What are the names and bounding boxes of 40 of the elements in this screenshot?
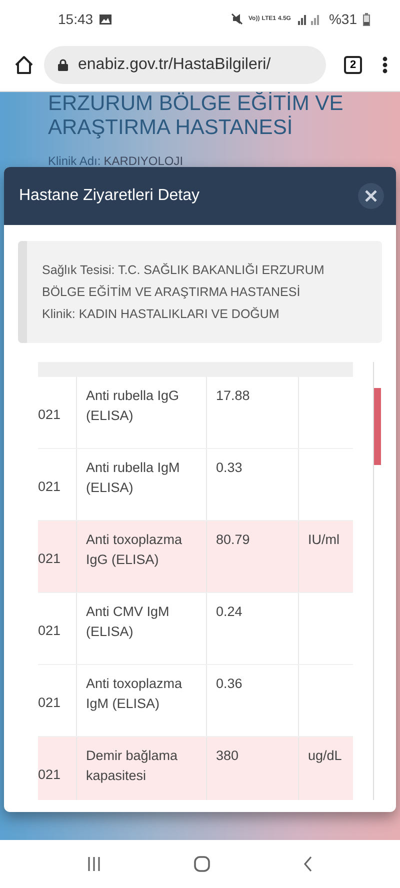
- table-cell-text: 021: [38, 766, 61, 784]
- table-cell: 380: [206, 737, 298, 800]
- table-cell: 17.88: [206, 377, 298, 448]
- address-bar[interactable]: enabiz.gov.tr/HastaBilgileri/: [44, 46, 326, 84]
- close-icon: [365, 190, 377, 202]
- menu-icon: [382, 56, 388, 74]
- table-cell: Demir bağlama kapasitesi: [76, 737, 206, 800]
- table-cell: Anti toxoplazma IgG (ELISA): [76, 521, 206, 592]
- table-cell-text: 021: [38, 694, 61, 712]
- clinic-label: Klinik Adı:: [48, 154, 101, 168]
- modal-title: Hastane Ziyaretleri Detay: [19, 187, 200, 205]
- table-cell: ug/dL: [298, 737, 354, 800]
- mute-icon: [230, 13, 242, 25]
- battery-percent: %31: [328, 11, 357, 27]
- tab-count-button[interactable]: 2: [344, 56, 362, 74]
- lock-icon: [58, 58, 68, 70]
- table-cell: 80.79: [206, 521, 298, 592]
- image-icon: [99, 14, 112, 24]
- back-chevron-icon: [303, 856, 314, 872]
- table-cell-text: 021: [38, 622, 61, 640]
- table-cell: Anti CMV IgM (ELISA): [76, 593, 206, 664]
- scrollbar-thumb[interactable]: [374, 388, 382, 465]
- page-heading: ERZURUM BÖLGE EĞİTİM VE: [48, 92, 344, 116]
- clock-time: 15:43: [58, 11, 94, 27]
- battery-icon: [363, 12, 370, 26]
- info-text: Klinik: KADIN HASTALIKLARI VE DOĞUM: [42, 306, 280, 323]
- table-cell-text: 021: [38, 406, 61, 424]
- table-cell: 0.24: [206, 593, 298, 664]
- recent-apps-icon: [86, 856, 101, 872]
- rounded-square-icon: [194, 856, 210, 872]
- info-text: Sağlık Tesisi: T.C. SAĞLIK BAKANLIĞI ERZURUM BÖLGE EĞİTİM VE ARAŞTIRMA HASTANESİ: [42, 262, 326, 301]
- table-cell: Anti rubella IgG (ELISA): [76, 377, 206, 448]
- clinic-value: KARDIYOLOJI: [104, 154, 184, 168]
- table-cell-text: 021: [38, 550, 61, 568]
- table-cell: IU/ml: [298, 521, 354, 592]
- url-text: enabiz.gov.tr/HastaBilgileri/: [78, 56, 271, 74]
- home-icon: [14, 54, 34, 74]
- page-heading: ARAŞTIRMA HASTANESİ: [48, 116, 294, 140]
- close-button[interactable]: [358, 183, 384, 209]
- table-cell-text: 021: [38, 478, 61, 496]
